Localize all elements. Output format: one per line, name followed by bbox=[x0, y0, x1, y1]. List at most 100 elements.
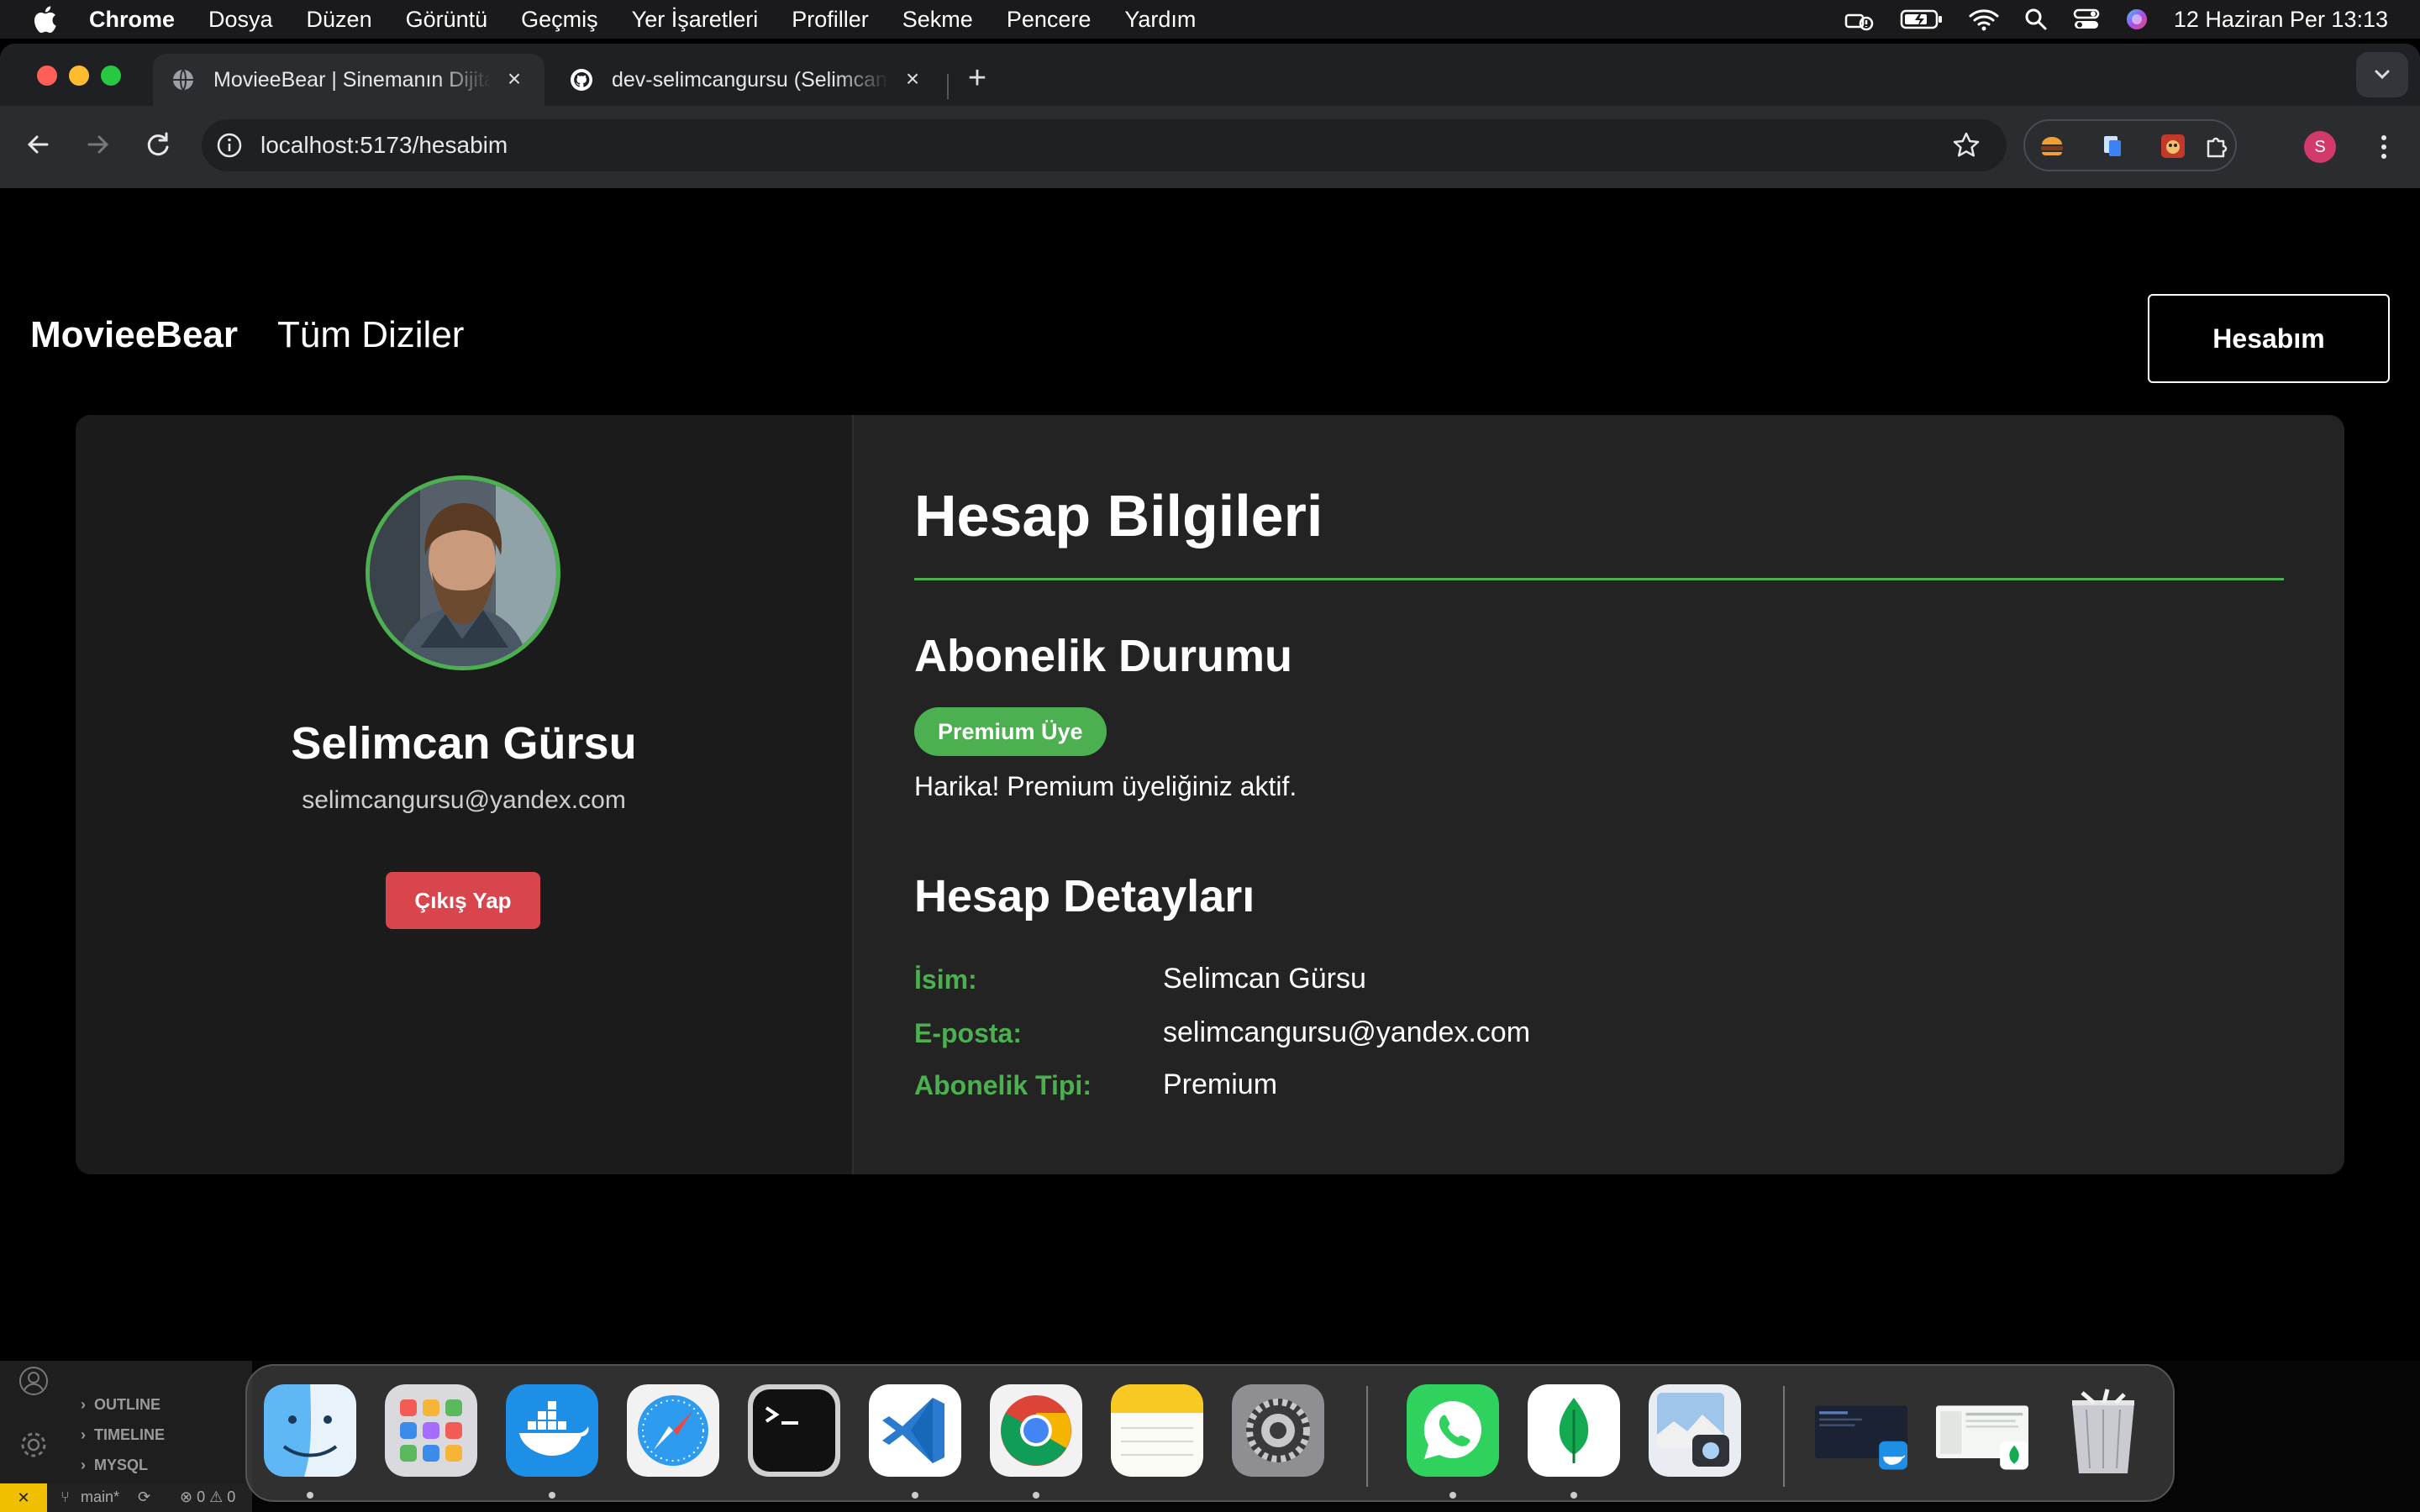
terminal-icon[interactable] bbox=[748, 1384, 840, 1477]
nav-all-series-link[interactable]: Tüm Diziler bbox=[277, 314, 464, 356]
sync-icon[interactable]: ⟳ bbox=[138, 1488, 150, 1506]
account-card: Selimcan Gürsu selimcangursu@yandex.com … bbox=[76, 415, 2344, 1174]
browser-toolbar: localhost:5173/hesabim S bbox=[0, 106, 2420, 188]
menu-bar-clock[interactable]: 12 Haziran Per 13:13 bbox=[2174, 7, 2388, 33]
bug-extension-icon[interactable] bbox=[2160, 133, 2186, 160]
close-tab-icon[interactable]: × bbox=[901, 67, 924, 91]
detail-label-name: İsim: bbox=[914, 964, 977, 995]
tab-github[interactable]: dev-selimcangursu (Selimcan Gürsu) × bbox=[551, 54, 943, 106]
menu-view[interactable]: Görüntü bbox=[406, 7, 488, 33]
menu-history[interactable]: Geçmiş bbox=[521, 7, 598, 33]
timeline-section[interactable]: › TIMELINE bbox=[81, 1426, 165, 1444]
profile-photo bbox=[370, 480, 556, 666]
finder-icon[interactable] bbox=[264, 1384, 356, 1477]
heading-divider bbox=[914, 578, 2284, 580]
web-page: MovieeBear Tüm Diziler Hesabım Selimcan … bbox=[0, 188, 2420, 1364]
tab-movieebear[interactable]: MovieeBear | Sinemanın Dijital Dünyası × bbox=[153, 54, 544, 106]
system-settings-icon[interactable] bbox=[1232, 1384, 1324, 1477]
close-window-button[interactable] bbox=[37, 66, 57, 86]
profile-name: Selimcan Gürsu bbox=[291, 718, 637, 769]
burger-extension-icon[interactable] bbox=[2039, 133, 2065, 160]
detail-value-subscription-type: Premium bbox=[1163, 1068, 1278, 1100]
site-info-icon[interactable] bbox=[215, 131, 244, 160]
logout-button[interactable]: Çıkış Yap bbox=[386, 872, 540, 929]
whatsapp-icon[interactable] bbox=[1407, 1384, 1499, 1477]
menu-file[interactable]: Dosya bbox=[208, 7, 273, 33]
launchpad-icon[interactable] bbox=[385, 1384, 477, 1477]
running-indicator bbox=[1033, 1492, 1039, 1499]
minimized-window-thumbnail[interactable] bbox=[1936, 1384, 2028, 1477]
tab-strip: MovieeBear | Sinemanın Dijital Dünyası ×… bbox=[0, 44, 2420, 106]
address-bar[interactable]: localhost:5173/hesabim bbox=[202, 119, 2007, 171]
forward-icon[interactable] bbox=[79, 126, 116, 163]
mongodb-compass-icon[interactable] bbox=[1528, 1384, 1620, 1477]
account-icon[interactable] bbox=[18, 1366, 49, 1396]
more-menu-icon[interactable] bbox=[2371, 131, 2396, 163]
new-tab-button[interactable]: + bbox=[964, 62, 991, 94]
dock-divider bbox=[1783, 1386, 1785, 1487]
notes-icon[interactable] bbox=[1111, 1384, 1203, 1477]
menu-tab[interactable]: Sekme bbox=[902, 7, 973, 33]
chevron-right-icon: › bbox=[81, 1457, 94, 1473]
menu-edit[interactable]: Düzen bbox=[307, 7, 372, 33]
docker-icon[interactable] bbox=[506, 1384, 598, 1477]
github-icon bbox=[571, 69, 592, 91]
menu-chrome[interactable]: Chrome bbox=[89, 7, 175, 33]
macos-dock bbox=[245, 1364, 2175, 1502]
menu-bookmarks[interactable]: Yer İşaretleri bbox=[632, 7, 759, 33]
profile-email: selimcangursu@yandex.com bbox=[302, 786, 626, 814]
apple-icon[interactable] bbox=[32, 5, 57, 34]
battery-icon[interactable] bbox=[1900, 8, 1944, 31]
running-indicator bbox=[912, 1492, 918, 1499]
account-info-panel: Hesap Bilgileri Abonelik Durumu Premium … bbox=[914, 415, 2284, 1174]
back-icon[interactable] bbox=[20, 126, 57, 163]
globe-icon bbox=[173, 69, 193, 91]
puzzle-extensions-icon[interactable] bbox=[2203, 133, 2230, 160]
extensions-group bbox=[2023, 119, 2237, 171]
detail-value-name: Selimcan Gürsu bbox=[1163, 963, 1366, 995]
focus-icon[interactable] bbox=[1841, 7, 1875, 32]
my-account-button[interactable]: Hesabım bbox=[2148, 294, 2390, 383]
gear-icon[interactable] bbox=[18, 1430, 49, 1460]
profile-avatar-button[interactable]: S bbox=[2304, 131, 2336, 163]
vscode-icon[interactable] bbox=[869, 1384, 961, 1477]
menu-profiles[interactable]: Profiller bbox=[792, 7, 869, 33]
chrome-icon[interactable] bbox=[990, 1384, 1082, 1477]
remote-icon[interactable]: ✕ bbox=[0, 1483, 47, 1512]
minimized-window-thumbnail[interactable] bbox=[1815, 1384, 1907, 1477]
trash-icon[interactable] bbox=[2057, 1384, 2149, 1477]
tab-title: dev-selimcangursu (Selimcan Gürsu) bbox=[612, 67, 889, 92]
menu-help[interactable]: Yardım bbox=[1124, 7, 1196, 33]
minimize-window-button[interactable] bbox=[69, 66, 89, 86]
close-tab-icon[interactable]: × bbox=[502, 67, 526, 91]
chevron-down-icon bbox=[2375, 70, 2390, 80]
zoom-window-button[interactable] bbox=[101, 66, 121, 86]
reload-icon[interactable] bbox=[139, 126, 176, 163]
copy-extension-icon[interactable] bbox=[2099, 133, 2126, 160]
spotlight-search-icon[interactable] bbox=[2024, 8, 2048, 31]
git-branch[interactable]: main* bbox=[81, 1488, 119, 1506]
preview-icon[interactable] bbox=[1649, 1384, 1741, 1477]
bookmark-star-icon[interactable] bbox=[1951, 130, 1981, 160]
site-logo[interactable]: MovieeBear bbox=[30, 314, 238, 356]
siri-icon[interactable] bbox=[2125, 8, 2149, 31]
menu-window[interactable]: Pencere bbox=[1007, 7, 1092, 33]
avatar bbox=[366, 475, 560, 670]
outline-section[interactable]: › OUTLINE bbox=[81, 1396, 160, 1414]
mysql-section[interactable]: › MYSQL bbox=[81, 1457, 148, 1474]
subscription-message: Harika! Premium üyeliğiniz aktif. bbox=[914, 771, 1297, 801]
dock-divider bbox=[1366, 1386, 1368, 1487]
problems-count[interactable]: ⊗ 0 ⚠ 0 bbox=[180, 1488, 235, 1506]
url-text[interactable]: localhost:5173/hesabim bbox=[260, 132, 508, 159]
subscription-heading: Abonelik Durumu bbox=[914, 631, 1293, 681]
safari-icon[interactable] bbox=[627, 1384, 719, 1477]
premium-status-badge: Premium Üye bbox=[914, 707, 1107, 756]
control-center-icon[interactable] bbox=[2073, 8, 2100, 31]
chevron-right-icon: › bbox=[81, 1396, 94, 1413]
tab-search-button[interactable] bbox=[2356, 52, 2408, 97]
running-indicator bbox=[307, 1492, 313, 1499]
tab-separator bbox=[947, 74, 949, 99]
wifi-icon[interactable] bbox=[1969, 8, 1999, 31]
branch-icon: ⑂ bbox=[60, 1488, 70, 1505]
running-indicator bbox=[1570, 1492, 1577, 1499]
